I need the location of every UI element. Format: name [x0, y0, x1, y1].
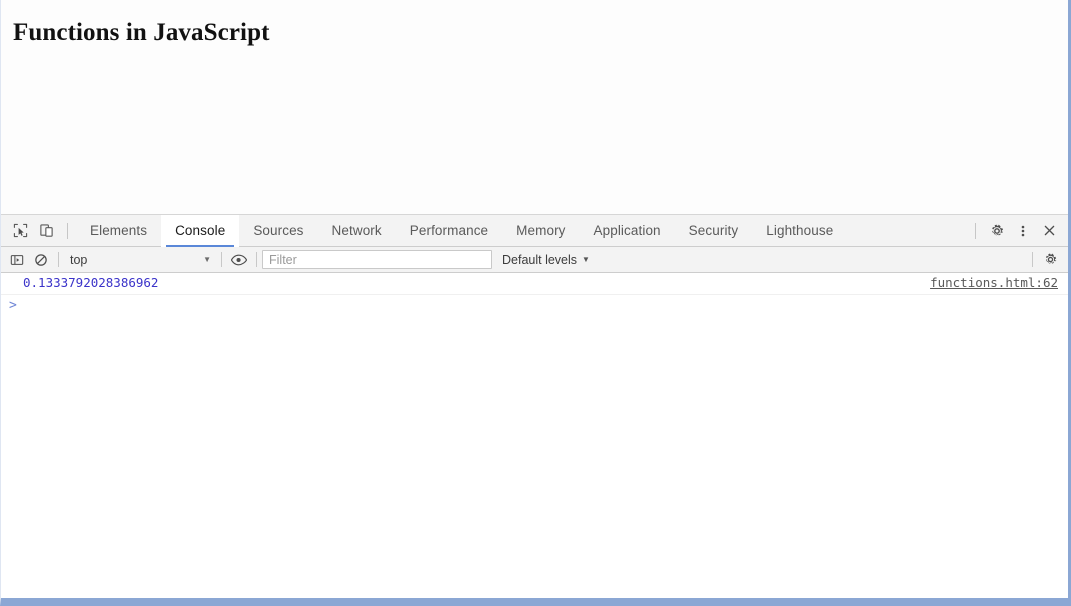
tab-console[interactable]: Console — [161, 214, 240, 248]
tab-memory[interactable]: Memory — [502, 215, 579, 247]
tab-label: Security — [688, 223, 739, 238]
screenshot-frame: Functions in JavaScript Elements Console… — [0, 0, 1071, 606]
tab-performance[interactable]: Performance — [396, 215, 502, 247]
tab-label: Elements — [90, 223, 148, 238]
device-toolbar-icon[interactable] — [33, 218, 59, 244]
toolbar-divider — [975, 222, 976, 239]
console-toolbar: top ▼ Default levels ▼ — [1, 247, 1068, 273]
chevron-down-icon: ▼ — [582, 255, 590, 264]
chevron-down-icon: ▼ — [203, 255, 211, 264]
page-title: Functions in JavaScript — [13, 19, 270, 46]
tab-label: Performance — [409, 223, 489, 238]
kebab-menu-icon[interactable] — [1010, 218, 1036, 244]
clear-console-icon[interactable] — [29, 249, 53, 271]
toolbar-divider — [256, 252, 257, 267]
console-input[interactable] — [17, 298, 1058, 314]
log-levels-select[interactable]: Default levels ▼ — [502, 253, 590, 267]
filter-input[interactable] — [262, 250, 492, 269]
tab-label: Memory — [516, 223, 566, 238]
devtools-panel: Elements Console Sources Network Perform… — [1, 214, 1068, 598]
console-message-row[interactable]: 0.1333792028386962 functions.html:62 — [1, 273, 1068, 295]
prompt-caret-icon: > — [9, 298, 17, 313]
tab-elements[interactable]: Elements — [76, 215, 161, 247]
tab-label: Sources — [253, 223, 304, 238]
tab-sources[interactable]: Sources — [239, 215, 317, 247]
console-message-source-link[interactable]: functions.html:62 — [930, 275, 1058, 291]
toolbar-divider — [58, 252, 59, 267]
tab-label: Network — [331, 223, 382, 238]
devtools-tab-bar-actions — [967, 218, 1068, 244]
execution-context-value: top — [70, 252, 88, 267]
devtools-tab-bar: Elements Console Sources Network Perform… — [1, 214, 1068, 248]
console-message-value: 0.1333792028386962 — [23, 275, 159, 290]
toolbar-divider — [67, 222, 68, 239]
tab-label: Application — [593, 223, 661, 238]
toolbar-divider — [1032, 252, 1033, 267]
tab-security[interactable]: Security — [675, 215, 753, 247]
eye-icon[interactable] — [227, 249, 251, 271]
devtools-tab-list: Elements Console Sources Network Perform… — [76, 214, 967, 248]
tab-application[interactable]: Application — [580, 215, 675, 247]
console-output[interactable]: 0.1333792028386962 functions.html:62 > — [1, 273, 1068, 597]
gear-icon[interactable] — [1038, 249, 1062, 271]
console-prompt-row[interactable]: > — [1, 295, 1068, 317]
page-viewport: Functions in JavaScript — [1, 0, 1068, 214]
console-sidebar-icon[interactable] — [5, 249, 29, 271]
gear-icon[interactable] — [984, 218, 1010, 244]
tab-lighthouse[interactable]: Lighthouse — [752, 215, 847, 247]
toolbar-divider — [221, 252, 222, 267]
tab-network[interactable]: Network — [318, 215, 396, 247]
execution-context-select[interactable]: top ▼ — [64, 250, 216, 270]
inspect-element-icon[interactable] — [7, 218, 33, 244]
tab-label: Console — [175, 223, 226, 238]
tab-label: Lighthouse — [766, 223, 834, 238]
close-icon[interactable] — [1036, 218, 1062, 244]
log-levels-label: Default levels — [502, 252, 578, 267]
